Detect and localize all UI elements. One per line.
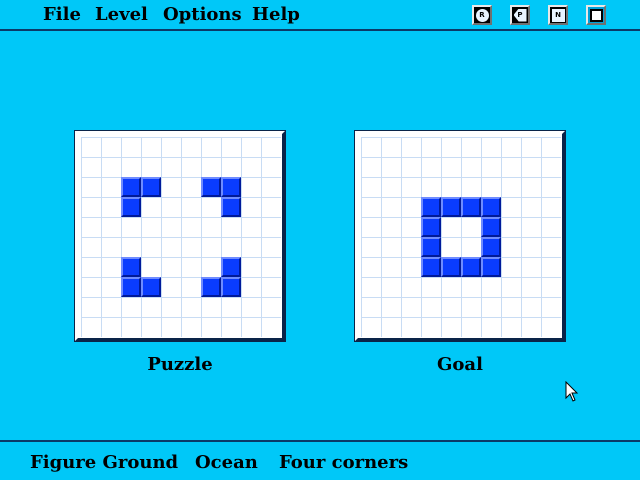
puzzle-tile[interactable] xyxy=(221,177,241,197)
puzzle-label: Puzzle xyxy=(147,354,213,375)
status-category: Figure Ground xyxy=(30,452,179,473)
goal-board xyxy=(354,130,566,342)
goal-tile xyxy=(481,257,501,277)
reset-button[interactable]: R xyxy=(472,5,492,25)
puzzle-tile[interactable] xyxy=(221,197,241,217)
puzzle-tile[interactable] xyxy=(121,257,141,277)
previous-icon: P xyxy=(513,8,527,22)
goal-label: Goal xyxy=(437,354,483,375)
puzzle-tile[interactable] xyxy=(221,257,241,277)
puzzle-tile[interactable] xyxy=(141,177,161,197)
goal-tile xyxy=(481,237,501,257)
previous-level-button[interactable]: P xyxy=(510,5,530,25)
puzzle-board[interactable] xyxy=(74,130,286,342)
menu-bar: File Level Options Help R P N xyxy=(0,0,640,31)
puzzle-tile[interactable] xyxy=(141,277,161,297)
goal-tile xyxy=(461,197,481,217)
puzzle-tile[interactable] xyxy=(201,177,221,197)
goal-grid xyxy=(361,137,561,337)
menu-level[interactable]: Level xyxy=(95,5,148,25)
status-level-name: Four corners xyxy=(279,452,409,473)
menu-file[interactable]: File xyxy=(43,5,81,25)
puzzle-tile[interactable] xyxy=(221,277,241,297)
puzzle-tile[interactable] xyxy=(121,277,141,297)
exit-button[interactable] xyxy=(586,5,606,25)
puzzle-tile[interactable] xyxy=(121,197,141,217)
puzzle-grid[interactable] xyxy=(81,137,281,337)
status-bar: Figure Ground Ocean Four corners xyxy=(0,440,640,480)
goal-tile xyxy=(441,257,461,277)
next-level-button[interactable]: N xyxy=(548,5,568,25)
puzzle-tile[interactable] xyxy=(121,177,141,197)
goal-tile xyxy=(441,197,461,217)
reset-icon: R xyxy=(475,8,489,22)
menu-help[interactable]: Help xyxy=(252,5,300,25)
goal-tile xyxy=(481,197,501,217)
goal-tile xyxy=(461,257,481,277)
goal-tile xyxy=(421,237,441,257)
goal-tile xyxy=(481,217,501,237)
goal-tile xyxy=(421,197,441,217)
menu-options[interactable]: Options xyxy=(163,5,242,25)
goal-tile xyxy=(421,217,441,237)
puzzle-tile[interactable] xyxy=(201,277,221,297)
mouse-pointer-icon xyxy=(565,381,579,402)
goal-tile xyxy=(421,257,441,277)
next-icon: N xyxy=(551,8,565,22)
exit-door-icon xyxy=(589,8,603,22)
status-theme: Ocean xyxy=(195,452,258,473)
